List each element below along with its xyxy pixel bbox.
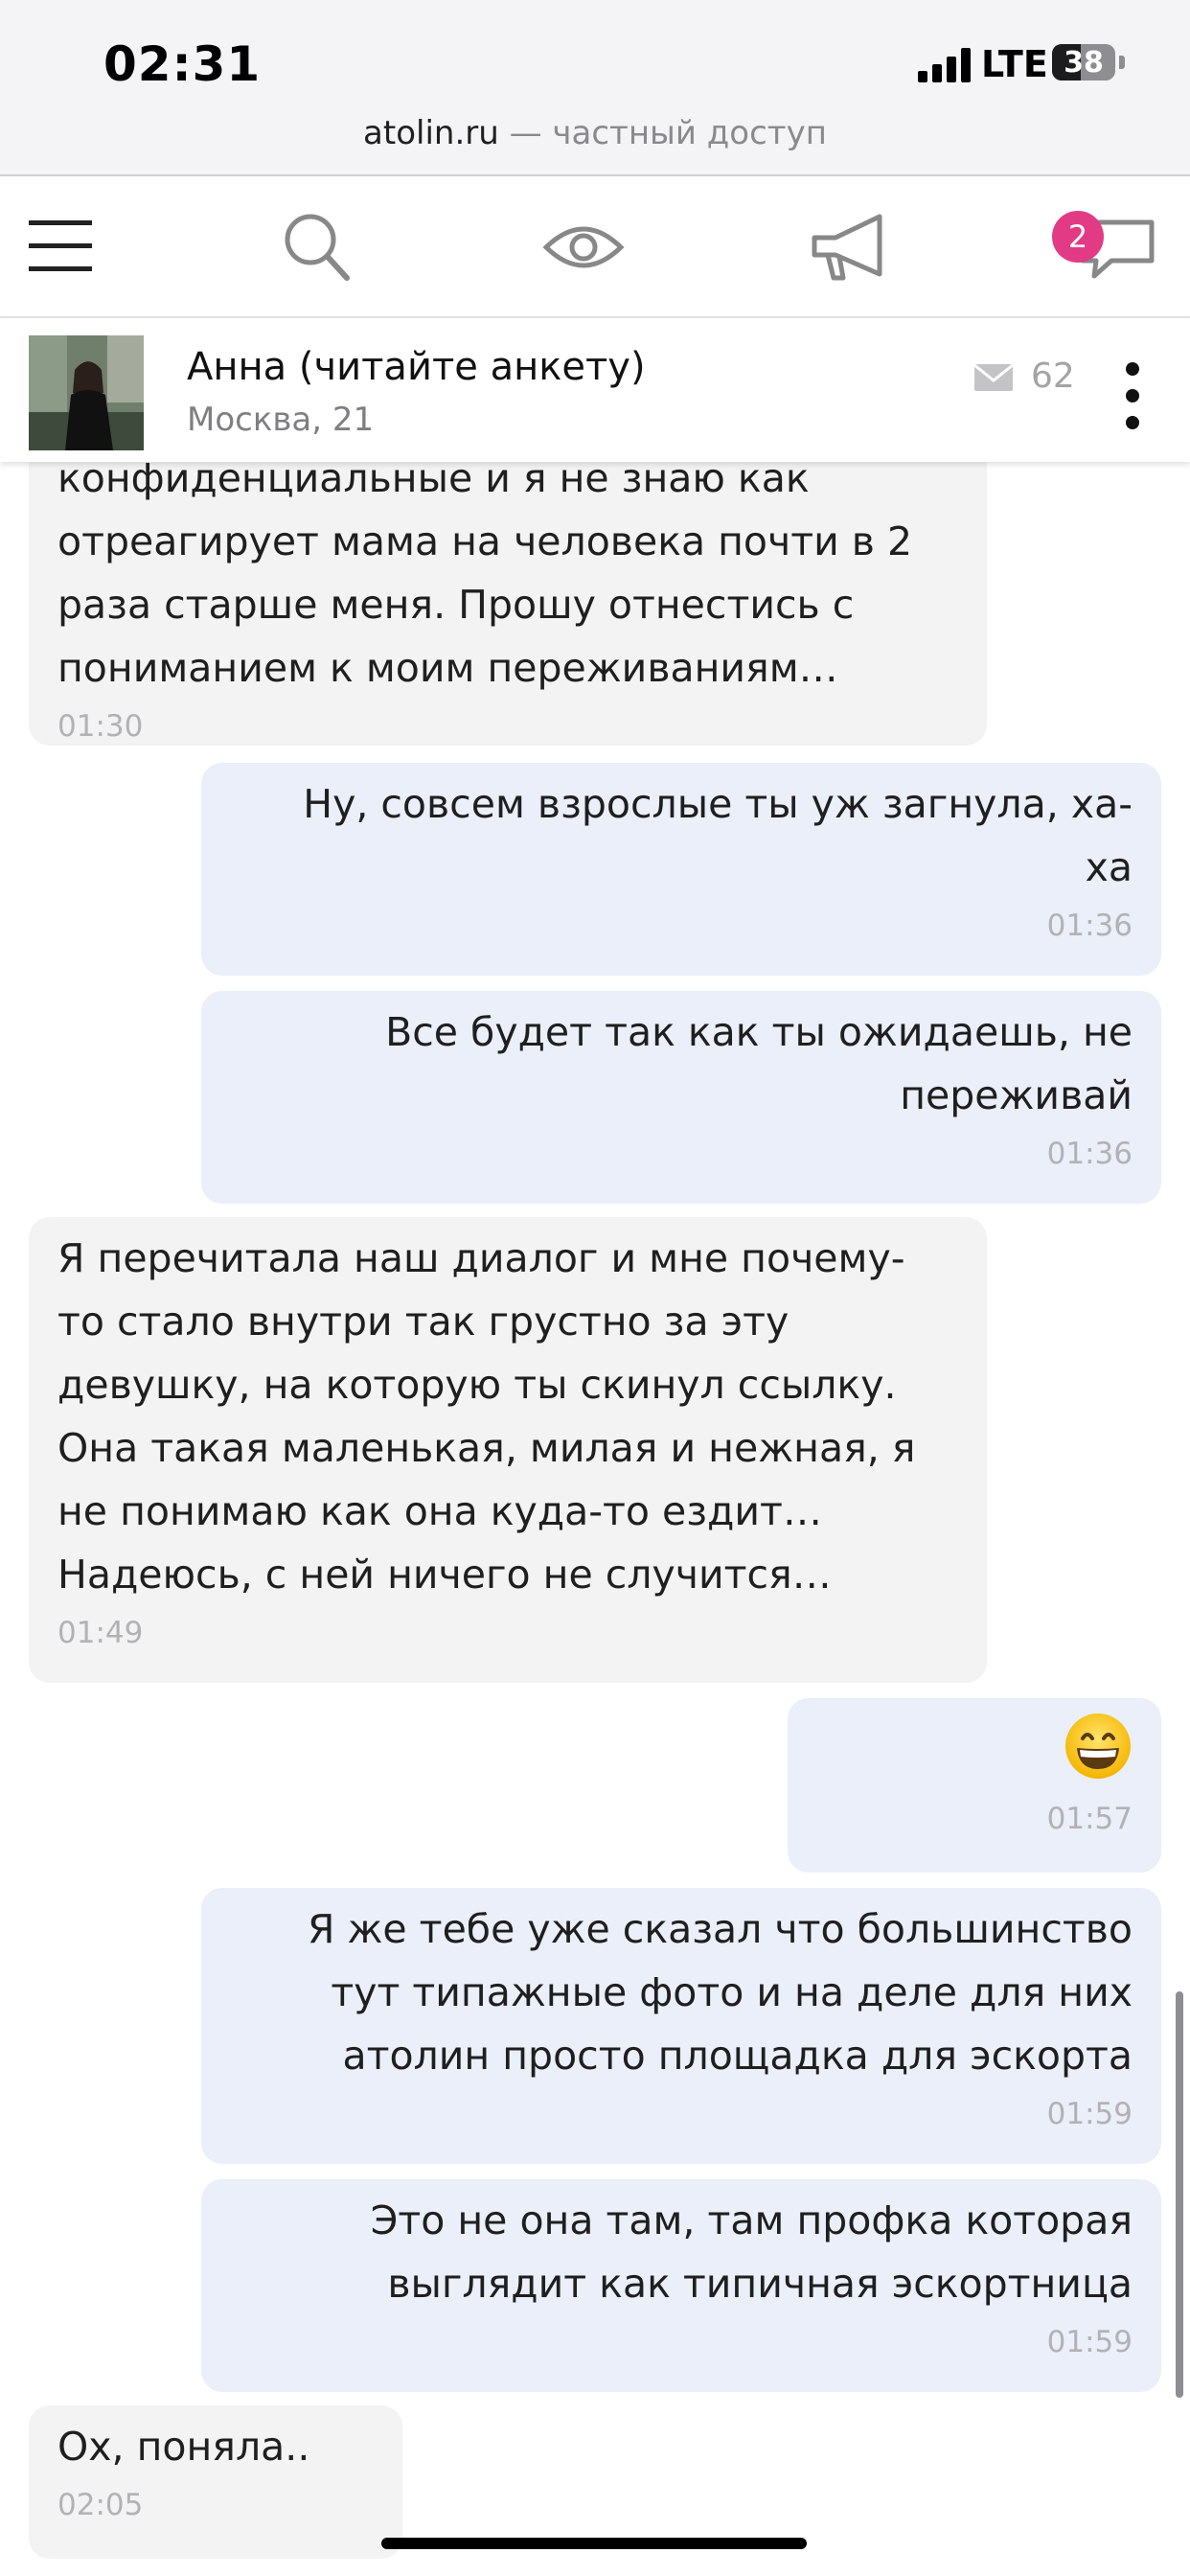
- top-nav: 2: [0, 176, 1190, 318]
- url-suffix: — частный доступ: [498, 114, 827, 152]
- chat-unread-badge: 2: [1052, 211, 1104, 263]
- home-indicator[interactable]: [381, 2538, 807, 2549]
- message-time: 01:57: [1046, 1802, 1133, 1836]
- message-text: Ну, совсем взрослые ты уж загнула, ха- х…: [303, 781, 1133, 890]
- message-outgoing[interactable]: Я же тебе уже сказал что большинство тут…: [201, 1888, 1161, 2164]
- scrollbar[interactable]: [1176, 1991, 1183, 2398]
- battery-tip: [1119, 56, 1125, 69]
- message-time: 01:59: [1046, 2325, 1133, 2359]
- contact-location-age: Москва, 21: [187, 401, 375, 439]
- menu-icon[interactable]: [19, 205, 105, 288]
- message-text: Я перечитала наш диалог и мне почему- то…: [57, 1235, 916, 1598]
- eye-icon[interactable]: [540, 205, 627, 288]
- message-outgoing[interactable]: 01:57: [788, 1698, 1161, 1873]
- status-time: 02:31: [103, 36, 262, 92]
- status-bar: 02:31 LTE 38: [0, 0, 1190, 110]
- megaphone-icon[interactable]: [807, 205, 893, 288]
- message-text: конфиденциальные и я не знаю как отреаги…: [57, 462, 913, 691]
- url-domain: atolin.ru: [363, 114, 499, 152]
- message-text: Ох, поняла..: [57, 2424, 310, 2470]
- message-time: 01:49: [57, 1616, 144, 1650]
- message-incoming[interactable]: Я перечитала наш диалог и мне почему- то…: [29, 1217, 987, 1683]
- message-count: 62: [1031, 356, 1075, 396]
- battery-icon: 38: [1052, 44, 1115, 80]
- message-time: 01:30: [57, 709, 144, 744]
- message-incoming[interactable]: Ох, поняла.. 02:05: [29, 2405, 402, 2559]
- search-icon[interactable]: [274, 205, 360, 288]
- battery-level: 38: [1064, 46, 1104, 80]
- signal-icon: [918, 48, 972, 82]
- more-options-icon[interactable]: [1115, 362, 1150, 429]
- grinning-face-icon: [1065, 1714, 1131, 1779]
- network-type: LTE: [981, 43, 1048, 85]
- message-text: Это не она там, там профка которая выгля…: [370, 2197, 1133, 2307]
- message-list[interactable]: конфиденциальные и я не знаю как отреаги…: [0, 462, 1190, 2576]
- message-outgoing[interactable]: Все будет так как ты ожидаешь, не пережи…: [201, 991, 1161, 1204]
- message-time: 02:05: [57, 2488, 144, 2522]
- message-outgoing[interactable]: Ну, совсем взрослые ты уж загнула, ха- х…: [201, 763, 1161, 976]
- message-outgoing[interactable]: Это не она там, там профка которая выгля…: [201, 2179, 1161, 2392]
- url-bar[interactable]: atolin.ru — частный доступ: [0, 110, 1190, 176]
- message-text: Я же тебе уже сказал что большинство тут…: [307, 1906, 1133, 2079]
- message-text: Все будет так как ты ожидаешь, не пережи…: [385, 1009, 1133, 1118]
- message-time: 01:59: [1046, 2097, 1133, 2131]
- contact-header: Анна (читайте анкету) Москва, 21 62: [0, 318, 1190, 462]
- message-time: 01:36: [1046, 908, 1133, 943]
- avatar[interactable]: [29, 335, 144, 450]
- message-time: 01:36: [1046, 1137, 1133, 1171]
- contact-name[interactable]: Анна (читайте анкету): [187, 345, 646, 389]
- message-incoming[interactable]: конфиденциальные и я не знаю как отреаги…: [29, 462, 987, 746]
- envelope-icon: [973, 361, 1014, 394]
